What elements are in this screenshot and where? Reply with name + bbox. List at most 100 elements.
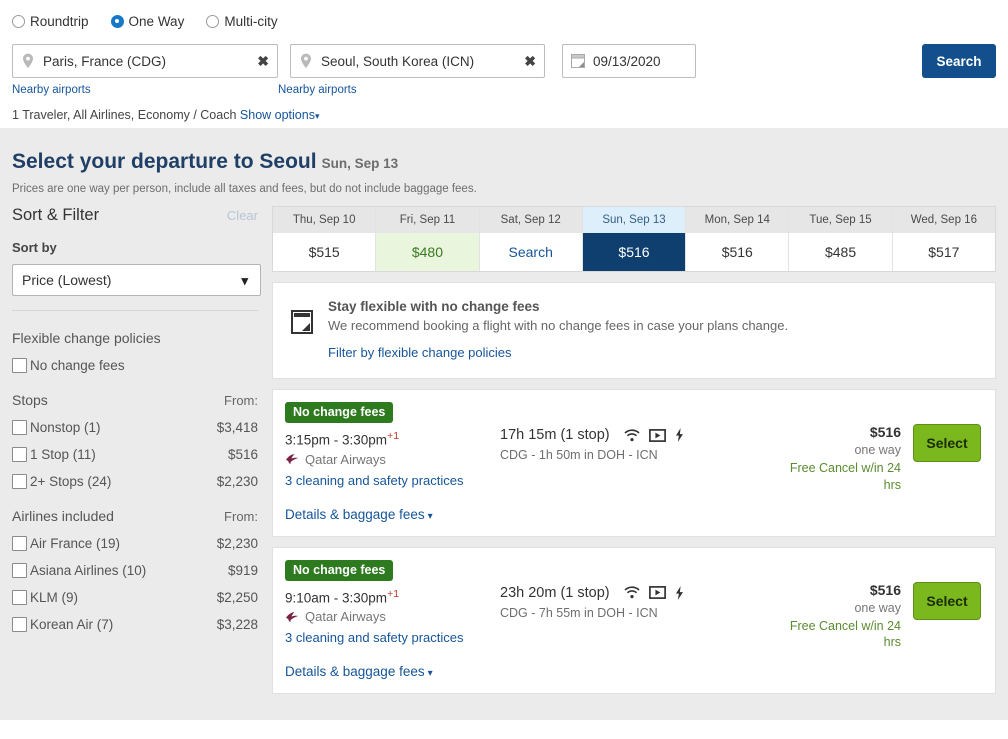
destination-nearby-airports-link[interactable]: Nearby airports [278, 84, 545, 96]
destination-input[interactable]: Seoul, South Korea (ICN) ✖ [290, 44, 545, 78]
date-price[interactable]: $485 [789, 233, 892, 271]
chevron-down-icon: ▾ [427, 510, 433, 522]
filter-by-flexible-policies-link[interactable]: Filter by flexible change policies [328, 345, 788, 360]
sidebar-divider [12, 310, 258, 311]
entertainment-icon [648, 428, 666, 442]
flight-times: 9:10am - 3:30pm+1 [285, 588, 500, 606]
checkbox-icon[interactable] [12, 536, 27, 551]
filter-label: Nonstop (1) [30, 420, 101, 435]
checkbox-icon[interactable] [12, 590, 27, 605]
departure-date-input[interactable]: 09/13/2020 [562, 44, 696, 78]
search-button[interactable]: Search [922, 44, 996, 78]
origin-input[interactable]: Paris, France (CDG) ✖ [12, 44, 278, 78]
fare-type: one way [854, 600, 901, 615]
radio-multi-city-icon[interactable] [206, 14, 220, 28]
cleaning-safety-link[interactable]: 3 cleaning and safety practices [285, 630, 500, 645]
cleaning-safety-link[interactable]: 3 cleaning and safety practices [285, 473, 500, 488]
date-price[interactable]: $515 [273, 233, 376, 271]
filter-label: Korean Air (7) [30, 617, 114, 632]
trip-type-multi-city-label: Multi-city [224, 13, 278, 29]
flight-price-action: $516 one way Free Cancel w/in 24 hrs Sel… [776, 402, 981, 522]
date-column-sat-sep-12[interactable]: Sat, Sep 12 Search [479, 207, 583, 271]
filter-nonstop[interactable]: Nonstop (1) $3,418 [12, 420, 258, 435]
filter-price: $516 [227, 447, 258, 462]
origin-field-group: Paris, France (CDG) ✖ Nearby airports [12, 44, 278, 96]
filter-korean-air[interactable]: Korean Air (7) $3,228 [12, 617, 258, 632]
origin-nearby-airports-link[interactable]: Nearby airports [12, 84, 278, 96]
airlines-group-title: Airlines included [12, 508, 114, 524]
trip-type-one-way[interactable]: One Way [110, 13, 185, 29]
date-column-tue-sep-15[interactable]: Tue, Sep 15 $485 [789, 207, 893, 271]
filter-2-plus-stops[interactable]: 2+ Stops (24) $2,230 [12, 474, 258, 489]
trip-type-one-way-label: One Way [128, 13, 185, 29]
checkbox-icon[interactable] [12, 474, 27, 489]
wifi-icon [624, 586, 640, 599]
date-price[interactable]: $516 [582, 233, 686, 271]
airlines-from-label: From: [224, 509, 258, 524]
date-column-fri-sep-11[interactable]: Fri, Sep 11 $480 [376, 207, 480, 271]
qatar-airways-logo-icon [286, 611, 298, 622]
banner-text: We recommend booking a flight with no ch… [328, 318, 789, 333]
entertainment-icon [648, 586, 666, 599]
search-panel: Roundtrip One Way Multi-city Paris, Fran… [0, 0, 1008, 128]
date-price[interactable]: $516 [686, 233, 789, 271]
radio-one-way-icon[interactable] [110, 14, 124, 28]
airlines-group-header: Airlines included From: [12, 508, 258, 524]
checkbox-icon[interactable] [12, 420, 27, 435]
checkbox-icon[interactable] [12, 563, 27, 578]
search-fields-row: Paris, France (CDG) ✖ Nearby airports Se… [12, 44, 996, 96]
date-column-mon-sep-14[interactable]: Mon, Sep 14 $516 [686, 207, 790, 271]
destination-clear-icon[interactable]: ✖ [518, 53, 536, 70]
checkbox-icon[interactable] [12, 447, 27, 462]
fare-type: one way [854, 443, 901, 457]
date-search-link[interactable]: Search [479, 233, 582, 271]
clear-filters-link[interactable]: Clear [227, 208, 258, 223]
date-column-thu-sep-10[interactable]: Thu, Sep 10 $515 [273, 207, 377, 271]
date-column-wed-sep-16[interactable]: Wed, Sep 16 $517 [892, 207, 995, 271]
flexible-policies-group-title: Flexible change policies [12, 330, 161, 346]
date-price[interactable]: $517 [892, 233, 995, 271]
free-cancel-note: Free Cancel w/in 24 hrs [789, 461, 901, 492]
checkbox-icon[interactable] [12, 358, 27, 373]
filter-klm[interactable]: KLM (9) $2,250 [12, 590, 258, 605]
origin-clear-icon[interactable]: ✖ [251, 53, 269, 70]
departure-date-value: 09/13/2020 [593, 53, 661, 69]
details-label: Details & baggage fees [285, 664, 425, 679]
location-pin-icon [301, 53, 311, 68]
details-baggage-fees-toggle[interactable]: Details & baggage fees ▾ [285, 664, 500, 679]
sort-by-select[interactable]: Price (Lowest) [12, 264, 261, 296]
trip-type-roundtrip[interactable]: Roundtrip [12, 14, 89, 29]
flight-duration: 17h 15m (1 stop) [500, 427, 610, 443]
filter-air-france[interactable]: Air France (19) $2,230 [12, 536, 258, 551]
stops-group-header: Stops From: [12, 392, 258, 408]
radio-roundtrip-icon[interactable] [12, 14, 25, 28]
checkbox-icon[interactable] [12, 617, 27, 632]
filter-1-stop[interactable]: 1 Stop (11) $516 [12, 447, 258, 462]
select-flight-button[interactable]: Select [913, 424, 981, 462]
flight-airline: Qatar Airways [285, 452, 500, 467]
power-icon [675, 585, 683, 600]
date-price[interactable]: $480 [376, 233, 479, 271]
flight-price-action: $516 one way Free Cancel w/in 24 hrs Sel… [776, 560, 981, 680]
filter-no-change-fees[interactable]: No change fees [12, 358, 258, 373]
page-title-date: Sun, Sep 13 [321, 156, 399, 171]
plus-days-indicator: +1 [387, 430, 400, 442]
wifi-icon [624, 428, 640, 441]
select-flight-button[interactable]: Select [913, 581, 981, 620]
details-baggage-fees-toggle[interactable]: Details & baggage fees ▾ [285, 507, 500, 522]
trip-type-multi-city[interactable]: Multi-city [206, 13, 278, 29]
traveler-options-line: 1 Traveler, All Airlines, Economy / Coac… [12, 108, 996, 122]
stops-from-label: From: [224, 393, 258, 408]
stops-group-title: Stops [12, 392, 48, 408]
location-pin-icon [23, 53, 33, 68]
show-options-link[interactable]: Show options▾ [240, 108, 320, 122]
filter-price: $2,230 [216, 536, 258, 551]
sort-filter-header: Sort & Filter Clear [12, 206, 258, 225]
filter-price: $3,418 [216, 420, 258, 435]
date-label: Sun, Sep 13 [582, 207, 686, 233]
date-column-sun-sep-13[interactable]: Sun, Sep 13 $516 [582, 207, 687, 271]
filter-label: KLM (9) [30, 590, 79, 605]
filter-asiana-airlines[interactable]: Asiana Airlines (10) $919 [12, 563, 258, 578]
filter-label: 1 Stop (11) [30, 447, 96, 462]
flight-left-info: No change fees 9:10am - 3:30pm+1 Qatar A… [285, 559, 500, 679]
